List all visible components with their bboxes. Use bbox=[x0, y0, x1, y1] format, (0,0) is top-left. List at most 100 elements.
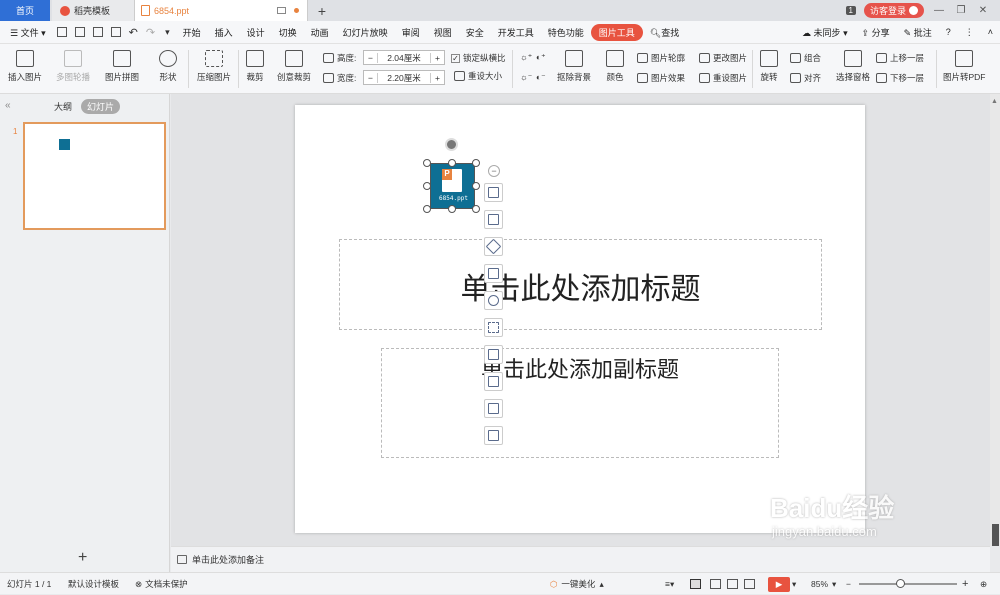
picture-to-pdf-button[interactable]: 图片转PDF bbox=[943, 50, 986, 83]
resize-handle-s[interactable] bbox=[448, 205, 456, 213]
height-value[interactable]: 2.04厘米 bbox=[378, 52, 430, 64]
slide-thumbnail[interactable] bbox=[23, 122, 166, 230]
remove-background-button[interactable]: 抠除背景 bbox=[557, 50, 591, 83]
replace-tool-button[interactable] bbox=[484, 345, 503, 364]
resize-handle-e[interactable] bbox=[472, 182, 480, 190]
menu-design[interactable]: 设计 bbox=[240, 26, 272, 39]
normal-view-icon[interactable] bbox=[690, 573, 701, 595]
creative-crop-button[interactable]: 创意裁剪 bbox=[277, 50, 311, 83]
subtitle-placeholder[interactable]: 单击此处添加副标题 bbox=[381, 348, 779, 458]
zoom-dropdown-icon[interactable]: ▾ bbox=[832, 573, 836, 595]
resize-handle-ne[interactable] bbox=[472, 159, 480, 167]
hyperlink-tool-button[interactable] bbox=[484, 237, 503, 256]
add-slide-button[interactable]: + bbox=[78, 549, 87, 567]
tab-home[interactable]: 首页 bbox=[0, 0, 50, 21]
embedded-ppt-object[interactable]: P 6854.ppt bbox=[430, 163, 475, 209]
reset-picture-button[interactable]: 重设图片 bbox=[699, 72, 747, 84]
guest-login-button[interactable]: 访客登录 bbox=[863, 3, 924, 18]
menu-search[interactable]: 🔍︎查找 bbox=[643, 26, 686, 39]
menu-security[interactable]: 安全 bbox=[459, 26, 491, 39]
selection-pane-button[interactable]: 选择窗格 bbox=[836, 50, 870, 83]
color-button[interactable]: 颜色 bbox=[606, 50, 624, 83]
resize-handle-w[interactable] bbox=[423, 182, 431, 190]
print-icon[interactable] bbox=[92, 27, 103, 37]
vertical-scrollbar[interactable]: ▲ bbox=[990, 94, 1000, 546]
document-protection[interactable]: ⊗ 文档未保护 bbox=[135, 573, 188, 595]
contrast-increase-button[interactable]: ◐⁺ bbox=[536, 52, 546, 63]
menu-animation[interactable]: 动画 bbox=[304, 26, 336, 39]
reset-size-button[interactable]: 重设大小 bbox=[454, 70, 502, 82]
multi-picture-carousel-button[interactable]: 多图轮播 bbox=[56, 50, 90, 83]
shape-button[interactable]: 形状 bbox=[159, 50, 177, 83]
crop-button[interactable]: 裁剪 bbox=[246, 50, 264, 83]
menu-file[interactable]: ☰ 文件 ▾ bbox=[0, 26, 53, 39]
crop-tool-button[interactable] bbox=[484, 210, 503, 229]
window-count-badge[interactable]: 1 bbox=[845, 6, 856, 15]
zoom-slider[interactable] bbox=[859, 579, 957, 588]
new-tab-button[interactable]: + bbox=[314, 0, 330, 21]
width-value[interactable]: 2.20厘米 bbox=[378, 72, 430, 84]
picture-tool-button[interactable] bbox=[484, 264, 503, 283]
export-icon[interactable] bbox=[74, 27, 85, 37]
tab-daoke-templates[interactable]: 稻壳模板 bbox=[52, 0, 134, 21]
resize-handle-nw[interactable] bbox=[423, 159, 431, 167]
print-preview-icon[interactable] bbox=[110, 27, 121, 37]
minimize-icon[interactable]: — bbox=[932, 5, 946, 16]
slide-sorter-view-icon[interactable] bbox=[710, 573, 721, 595]
fit-window-icon[interactable]: ⊕ bbox=[980, 573, 987, 595]
lock-aspect-checkbox[interactable]: ✓ 锁定纵横比 bbox=[451, 52, 506, 64]
undo-icon[interactable]: ↶ bbox=[129, 26, 138, 39]
help-icon[interactable]: ? bbox=[939, 27, 958, 37]
resize-handle-n[interactable] bbox=[448, 159, 456, 167]
play-slideshow-button[interactable]: ▶ ▾ bbox=[768, 573, 796, 595]
close-icon[interactable]: ✕ bbox=[976, 5, 990, 16]
tab-document[interactable]: 6854.ppt bbox=[134, 0, 308, 21]
menu-developer[interactable]: 开发工具 bbox=[491, 26, 541, 39]
group-button[interactable]: 组合 bbox=[790, 52, 821, 64]
bring-forward-button[interactable]: 上移一层 bbox=[876, 52, 924, 64]
scroll-thumb[interactable] bbox=[992, 524, 999, 546]
picture-collage-button[interactable]: 图片拼图 bbox=[105, 50, 139, 83]
align-button[interactable]: 对齐 bbox=[790, 72, 821, 84]
zoom-out-button[interactable]: − bbox=[846, 573, 851, 595]
slide[interactable]: 单击此处添加标题 单击此处添加副标题 bbox=[295, 105, 865, 533]
picture-effect-button[interactable]: 图片效果 bbox=[637, 72, 685, 84]
redo-icon[interactable]: ↷ bbox=[146, 26, 155, 39]
notes-placeholder[interactable]: 单击此处添加备注 bbox=[192, 553, 264, 566]
tab-outline[interactable]: 大纲 bbox=[54, 100, 72, 113]
insert-picture-button[interactable]: 插入图片 bbox=[8, 50, 42, 83]
resize-handle-se[interactable] bbox=[472, 205, 480, 213]
menu-view[interactable]: 视图 bbox=[427, 26, 459, 39]
comment-button[interactable]: ✎ 批注 bbox=[897, 26, 939, 39]
notes-toggle-icon[interactable]: ≡▾ bbox=[665, 573, 674, 595]
send-backward-button[interactable]: 下移一层 bbox=[876, 72, 924, 84]
share-button[interactable]: ⇪ 分享 bbox=[855, 26, 897, 39]
quick-access-dropdown-icon[interactable]: ▾ bbox=[165, 27, 170, 38]
layer-tool-button[interactable] bbox=[484, 183, 503, 202]
change-picture-button[interactable]: 更改图片 bbox=[699, 52, 747, 64]
collapse-ribbon-icon[interactable]: ˄ bbox=[981, 27, 1000, 37]
menu-slideshow[interactable]: 幻灯片放映 bbox=[336, 26, 395, 39]
picture-outline-button[interactable]: 图片轮廓 bbox=[637, 52, 685, 64]
more-icon[interactable]: ⋮ bbox=[958, 27, 981, 38]
sync-button[interactable]: ☁ 未同步 ▾ bbox=[795, 26, 855, 39]
restore-icon[interactable]: ❐ bbox=[954, 5, 968, 16]
menu-special[interactable]: 特色功能 bbox=[541, 26, 591, 39]
zoom-tool-button[interactable] bbox=[484, 291, 503, 310]
rotate-handle-icon[interactable] bbox=[445, 138, 458, 151]
select-area-tool-button[interactable] bbox=[484, 318, 503, 337]
tab-slides[interactable]: 幻灯片 bbox=[81, 99, 121, 114]
zoom-level[interactable]: 85% bbox=[811, 573, 828, 595]
height-decrease-button[interactable]: − bbox=[364, 52, 378, 63]
monitor-icon[interactable] bbox=[277, 7, 286, 14]
menu-review[interactable]: 审阅 bbox=[395, 26, 427, 39]
one-click-beautify-button[interactable]: ⬡ 一键美化 ▴ bbox=[550, 573, 604, 595]
resize-handle-sw[interactable] bbox=[423, 205, 431, 213]
menu-insert[interactable]: 插入 bbox=[208, 26, 240, 39]
menu-transition[interactable]: 切换 bbox=[272, 26, 304, 39]
save-icon[interactable] bbox=[56, 27, 67, 37]
width-increase-button[interactable]: + bbox=[430, 72, 444, 83]
zoom-slider-thumb[interactable] bbox=[896, 579, 905, 588]
compress-picture-button[interactable]: 压缩图片 bbox=[197, 50, 231, 83]
brightness-decrease-button[interactable]: ☼⁻ bbox=[520, 72, 532, 83]
